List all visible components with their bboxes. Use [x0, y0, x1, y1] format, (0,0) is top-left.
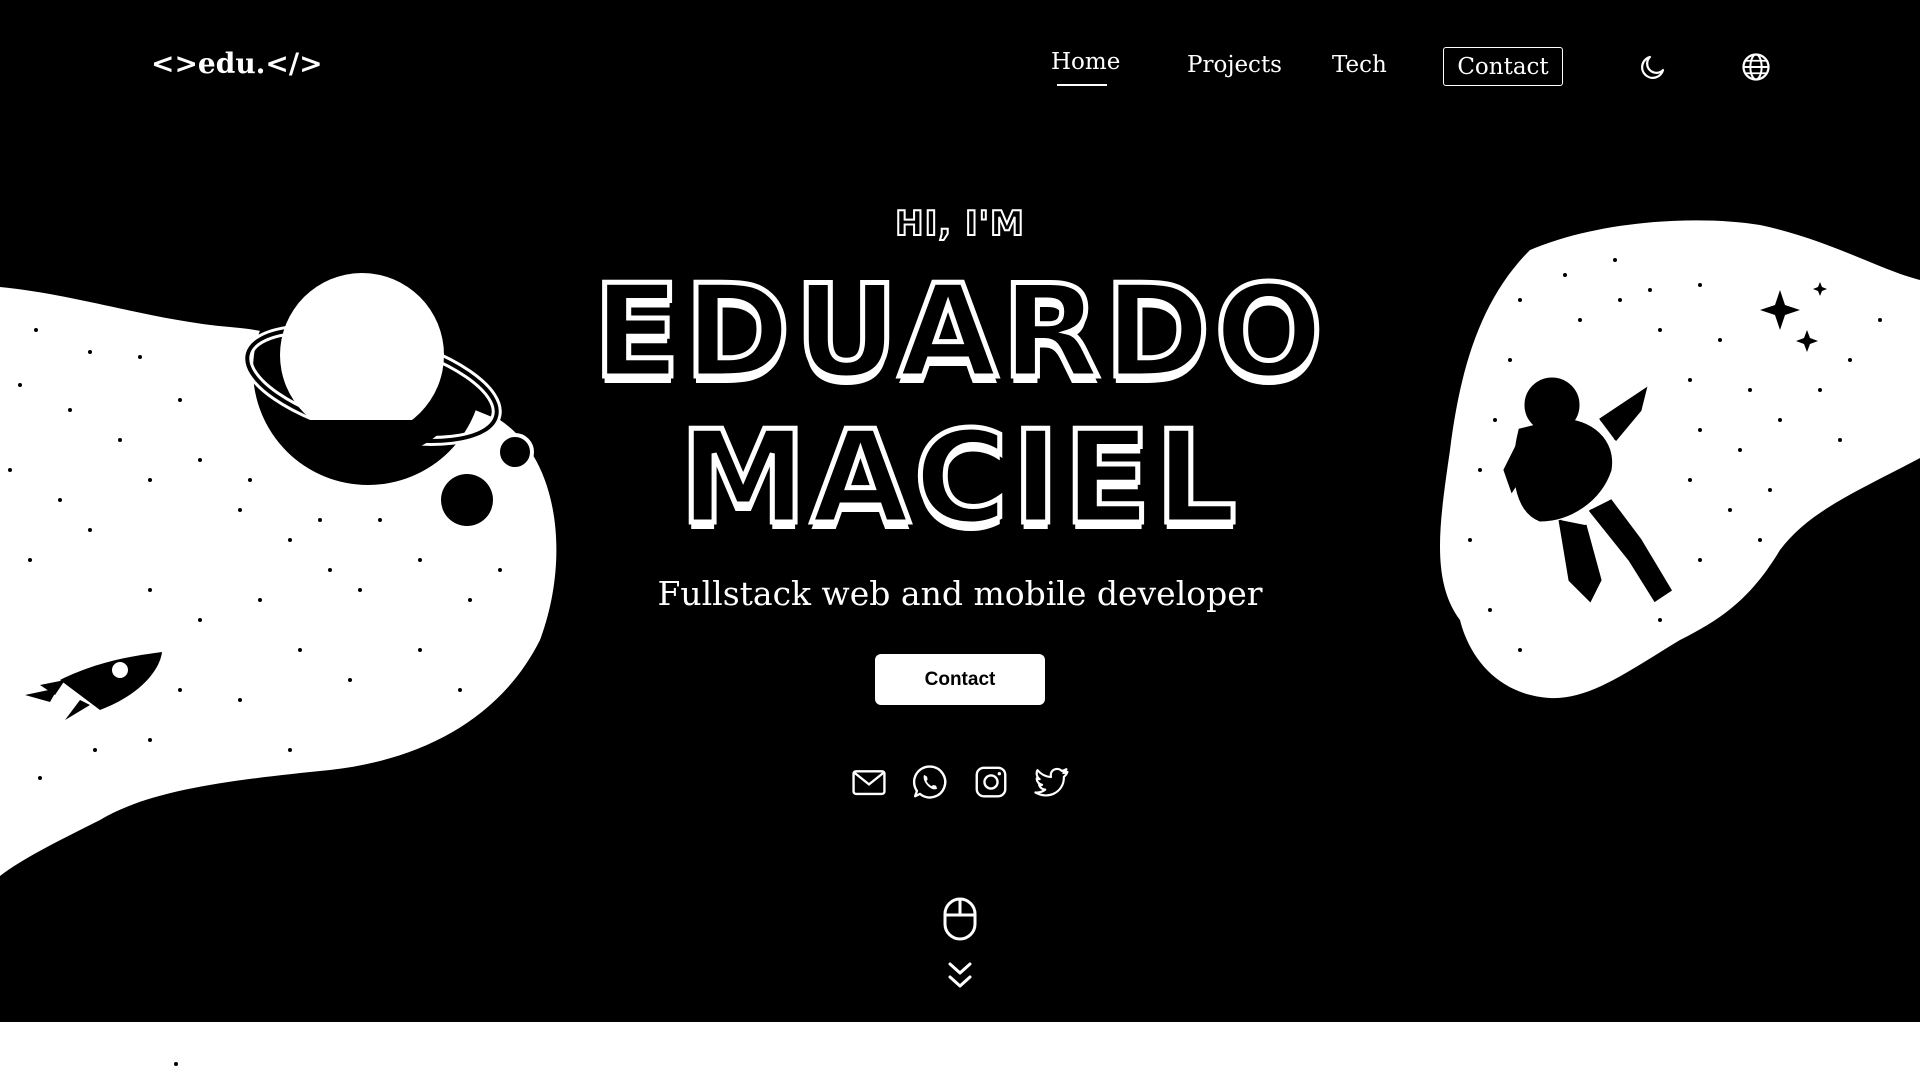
hero-section: <>edu.</> Home Projects Tech Contact HI,…	[0, 0, 1920, 1022]
mail-icon[interactable]	[850, 763, 888, 801]
site-header: <>edu.</> Home Projects Tech Contact	[0, 0, 1920, 136]
mouse-icon[interactable]	[941, 896, 979, 942]
decorative-dot	[174, 1062, 178, 1066]
globe-icon[interactable]	[1741, 52, 1771, 82]
active-nav-indicator	[1057, 84, 1107, 86]
twitter-icon[interactable]	[1033, 763, 1071, 801]
logo[interactable]: <>edu.</>	[151, 47, 323, 80]
moon-icon[interactable]	[1638, 52, 1668, 82]
hero-name-last: MACIEL	[677, 404, 1241, 553]
double-chevron-down-icon[interactable]	[946, 960, 974, 992]
nav-projects[interactable]: Projects	[1187, 52, 1282, 78]
instagram-icon[interactable]	[972, 763, 1010, 801]
hero-name-first: EDUARDO	[590, 258, 1328, 407]
nav-home[interactable]: Home	[1051, 49, 1120, 75]
nav-tech[interactable]: Tech	[1332, 52, 1387, 78]
whatsapp-icon[interactable]	[911, 763, 949, 801]
hero-greeting: HI, I'M	[894, 203, 1025, 245]
nav-contact-button[interactable]: Contact	[1443, 47, 1563, 86]
hero-tagline: Fullstack web and mobile developer	[657, 574, 1263, 613]
hero-contact-button[interactable]: Contact	[875, 654, 1045, 705]
